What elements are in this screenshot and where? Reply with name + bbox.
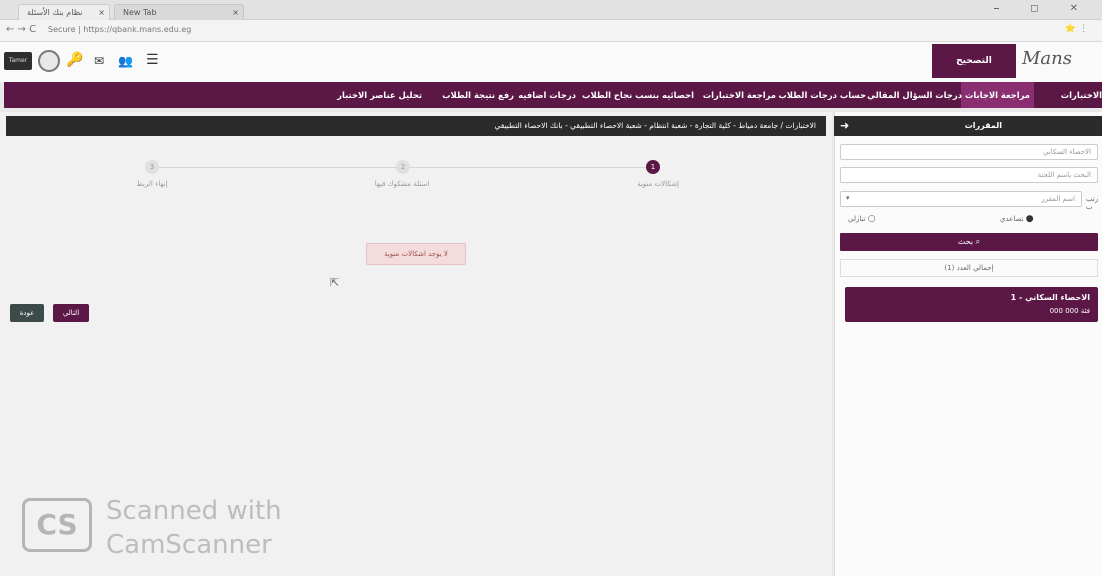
user-key-icon[interactable]: 🔑 — [66, 52, 83, 68]
close-icon[interactable]: × — [232, 5, 239, 21]
next-button[interactable]: التالي — [53, 304, 89, 322]
browser-menu-icon[interactable]: ⭐ ⋮ — [1065, 24, 1088, 34]
nav-item-essay-grades[interactable]: درجات السؤال المقالي — [867, 82, 962, 108]
alert-message: لا يوجد اشكالات منوية — [366, 243, 466, 265]
radio-checked-icon: ● — [1025, 214, 1034, 224]
nav-item-extra-grades[interactable]: درجات اضافيه — [518, 82, 576, 108]
browser-tab-new[interactable]: New Tab × — [114, 4, 244, 20]
url-field[interactable]: Secure | https://qbank.mans.edu.eg — [48, 25, 191, 34]
watermark-line-2: CamScanner — [106, 530, 272, 560]
total-count: إجمالي العدد (1) — [840, 259, 1098, 277]
step-2-label: اسئلة مشكوك فيها — [374, 180, 430, 188]
course-list-item[interactable]: 1 - الاحصاء السكاني فئة 000 000 — [845, 287, 1098, 322]
search-icon: ⌕ — [975, 237, 981, 246]
radio-descending[interactable]: تنازلي ○ — [848, 214, 876, 224]
browser-tab-label: New Tab — [123, 8, 157, 17]
mouse-cursor-icon: ⇱ — [330, 276, 340, 289]
course-name-input[interactable]: الاحصاء السكاني — [840, 144, 1098, 160]
menu-icon[interactable]: ☰ — [146, 52, 159, 68]
browser-tab-label: نظام بنك الأسئلة — [27, 8, 83, 17]
back-forward-reload-icon[interactable]: ← → C — [6, 24, 36, 35]
radio-unchecked-icon: ○ — [867, 214, 876, 224]
nav-item-exams[interactable]: الاختبارات — [1061, 82, 1102, 108]
chevron-down-icon: ▾ — [846, 194, 850, 202]
close-icon[interactable]: × — [98, 5, 105, 21]
arrow-right-icon[interactable]: ➜ — [840, 116, 849, 136]
nav-item-review-answers[interactable]: مراجعة الاجابات — [960, 82, 1034, 108]
nav-item-review-exams[interactable]: مراجعة الاختبارات — [703, 82, 776, 108]
camscanner-logo: CS — [22, 498, 92, 552]
browser-tab-bar: نظام بنك الأسئلة × New Tab × ⎯ ◻ ✕ — [0, 0, 1102, 20]
sort-select[interactable]: اسم المقرر — [840, 191, 1082, 207]
sidebar-header: ➜ المقررات — [834, 116, 1102, 136]
address-bar: ← → C Secure | https://qbank.mans.edu.eg… — [0, 20, 1102, 42]
step-3-circle[interactable]: 3 — [145, 160, 159, 174]
step-2-circle[interactable]: 2 — [396, 160, 410, 174]
users-icon[interactable]: 👥 — [118, 54, 133, 68]
browser-tab-qbank[interactable]: نظام بنك الأسئلة × — [18, 4, 110, 20]
step-3-label: إنهاء الربط — [136, 180, 168, 188]
step-1-label: إشكالات منوية — [637, 180, 679, 188]
radio-ascending-label: تصاعدي — [1000, 215, 1024, 223]
nav-item-success-stats[interactable]: احصائيه بنسب نجاح الطلاب — [582, 82, 694, 108]
radio-descending-label: تنازلي — [848, 215, 866, 223]
search-button-label: بحث — [957, 237, 974, 246]
brand-label: التصحيح الالكترونى — [932, 44, 1016, 100]
sort-label: رتب ب — [1086, 195, 1099, 211]
committee-search-input[interactable]: البحث باسم اللجنة — [840, 167, 1098, 183]
sidebar-title: المقررات — [964, 121, 1002, 130]
logo: Mans — [1022, 48, 1072, 69]
radio-ascending[interactable]: تصاعدي ● — [1000, 214, 1034, 224]
avatar[interactable] — [38, 50, 60, 72]
course-item-title: 1 - الاحصاء السكاني — [1010, 293, 1090, 302]
step-1-circle[interactable]: 1 — [646, 160, 660, 174]
nav-item-upload-results[interactable]: رفع نتيجة الطلاب — [442, 82, 514, 108]
watermark-line-1: Scanned with — [106, 496, 282, 526]
main-nav: الاختبارات مراجعة الاجابات درجات السؤال … — [4, 82, 1102, 108]
search-button[interactable]: بحث ⌕ — [840, 233, 1098, 251]
back-button[interactable]: عودة — [10, 304, 44, 322]
nav-item-calc-grades[interactable]: حساب درجات الطلاب — [778, 82, 866, 108]
envelope-icon[interactable]: ✉ — [94, 54, 104, 68]
login-button[interactable]: Tamer — [4, 52, 32, 70]
window-controls[interactable]: ⎯ ◻ ✕ — [994, 3, 1092, 14]
nav-item-item-analysis[interactable]: تحليل عناصر الاختبار — [337, 82, 422, 108]
breadcrumb: الاختبارات / جامعة دمياط - كلية التجارة … — [6, 116, 826, 136]
course-item-subtitle: فئة 000 000 — [1049, 307, 1090, 315]
